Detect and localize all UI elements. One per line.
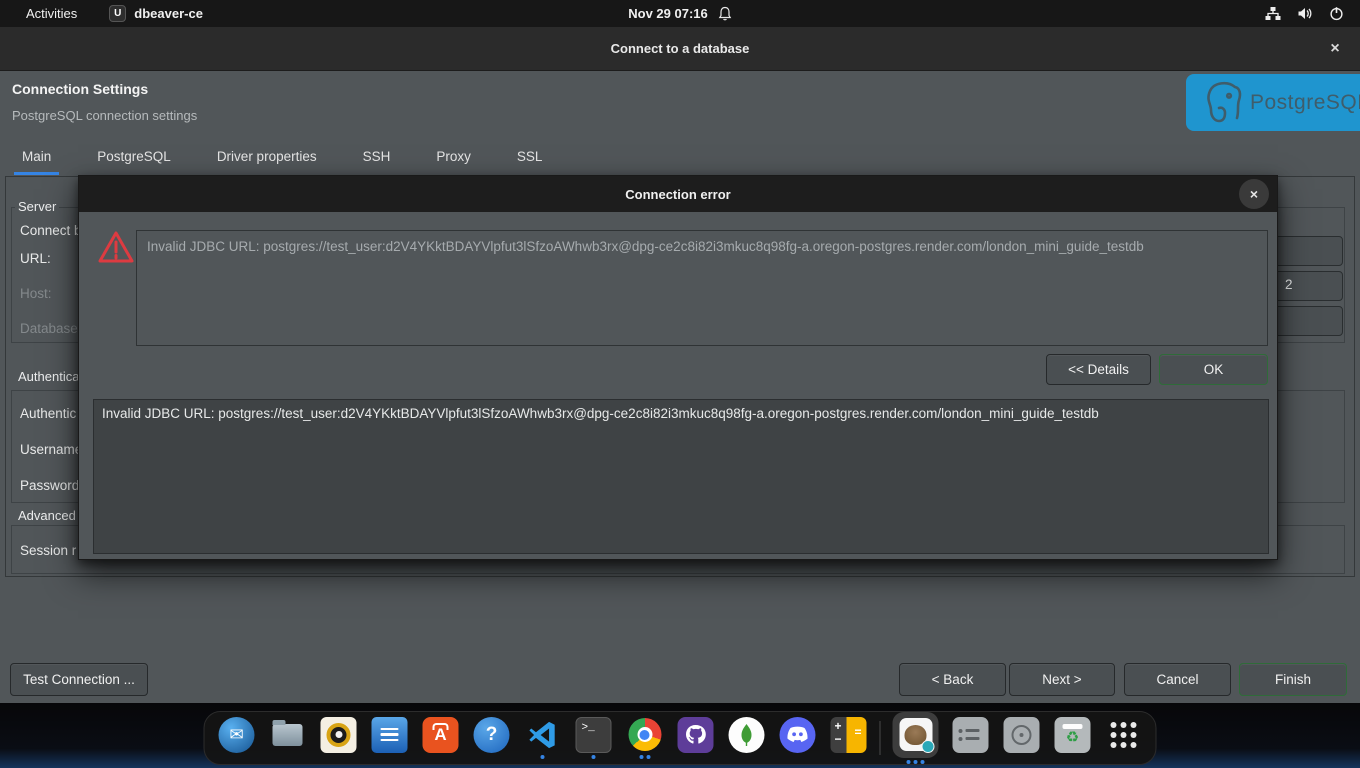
focused-app-name: dbeaver-ce [134,6,203,21]
cancel-button[interactable]: Cancel [1124,663,1231,696]
password-label: Password [20,478,79,493]
dock-terminal-icon[interactable]: >_ [574,717,614,760]
dock-ubuntu-software-icon[interactable]: A [421,717,461,760]
error-dialog-close-button[interactable]: × [1239,179,1269,209]
window-titlebar[interactable]: Connect to a database × [0,27,1360,71]
dock-system-monitor-icon[interactable] [951,717,991,760]
username-label: Username [20,442,82,457]
next-button[interactable]: Next > [1009,663,1115,696]
dock-files-icon[interactable] [268,717,308,760]
focused-app-menu[interactable]: U dbeaver-ce [109,5,203,22]
host-label: Host: [20,286,52,301]
authentication-label: Authentic [20,406,76,421]
connection-error-dialog: Connection error × Invalid JDBC URL: pos… [78,175,1278,560]
tab-ssl[interactable]: SSL [509,145,551,175]
dock-disks-icon[interactable] [1002,717,1042,760]
window-close-button[interactable]: × [1324,38,1346,60]
test-connection-button[interactable]: Test Connection ... [10,663,148,696]
dock-dbeaver-icon[interactable] [892,712,940,765]
connect-by-label: Connect b [20,223,82,238]
clock-label[interactable]: Nov 29 07:16 [628,6,708,21]
dock-mongodb-icon[interactable] [727,717,767,760]
database-label: Database [20,321,78,336]
details-toggle-button[interactable]: << Details [1046,354,1151,385]
postgresql-elephant-icon [1202,80,1244,126]
dock: ✉ A ? >_ +−= [204,711,1157,765]
port-value-fragment: 2 [1285,277,1293,292]
dock-chrome-icon[interactable] [625,717,665,760]
dock-rhythmbox-icon[interactable] [319,717,359,760]
error-dialog-title: Connection error [625,187,730,202]
activities-button[interactable]: Activities [20,4,83,23]
error-message-box[interactable]: Invalid JDBC URL: postgres://test_user:d… [136,230,1268,346]
tab-main[interactable]: Main [14,145,59,175]
dock-help-icon[interactable]: ? [472,717,512,760]
error-dialog-titlebar[interactable]: Connection error × [79,176,1277,212]
dock-github-icon[interactable] [676,717,716,760]
tab-driver-properties[interactable]: Driver properties [209,145,325,175]
dbeaver-app-icon: U [109,5,126,22]
advanced-group-title: Advanced [15,508,79,523]
postgresql-logo-text: PostgreSQL [1250,91,1360,115]
dock-thunderbird-icon[interactable]: ✉ [217,717,257,760]
authentication-group-title: Authentica [15,369,82,384]
wizard-header: Connection Settings PostgreSQL connectio… [0,71,1360,134]
error-details-panel[interactable]: Invalid JDBC URL: postgres://test_user:d… [93,399,1269,554]
volume-icon[interactable] [1297,6,1313,21]
back-button[interactable]: < Back [899,663,1006,696]
session-role-label: Session r [20,543,76,558]
dock-discord-icon[interactable] [778,717,818,760]
tab-ssh[interactable]: SSH [355,145,399,175]
tab-proxy[interactable]: Proxy [428,145,479,175]
dock-calculator-icon[interactable]: +−= [829,717,869,760]
dock-app-grid-icon[interactable] [1104,717,1144,760]
dock-writer-icon[interactable] [370,717,410,760]
page-subtitle: PostgreSQL connection settings [12,108,197,123]
error-warning-icon [97,230,135,266]
power-icon[interactable] [1329,6,1344,21]
gnome-top-bar: Activities U dbeaver-ce Nov 29 07:16 [0,0,1360,27]
settings-tabbar: Main PostgreSQL Driver properties SSH Pr… [14,145,550,175]
dock-trash-icon[interactable]: ♻ [1053,717,1093,760]
network-icon[interactable] [1265,6,1281,21]
dock-separator [880,721,881,755]
dock-vscode-icon[interactable] [523,717,563,760]
finish-button[interactable]: Finish [1239,663,1347,696]
tab-postgresql[interactable]: PostgreSQL [89,145,179,175]
server-group-title: Server [15,199,59,214]
ok-button[interactable]: OK [1159,354,1268,385]
page-title: Connection Settings [12,81,148,97]
window-title: Connect to a database [611,41,750,56]
notification-bell-icon [718,6,732,21]
postgresql-logo: PostgreSQL [1186,74,1360,131]
url-label: URL: [20,251,51,266]
